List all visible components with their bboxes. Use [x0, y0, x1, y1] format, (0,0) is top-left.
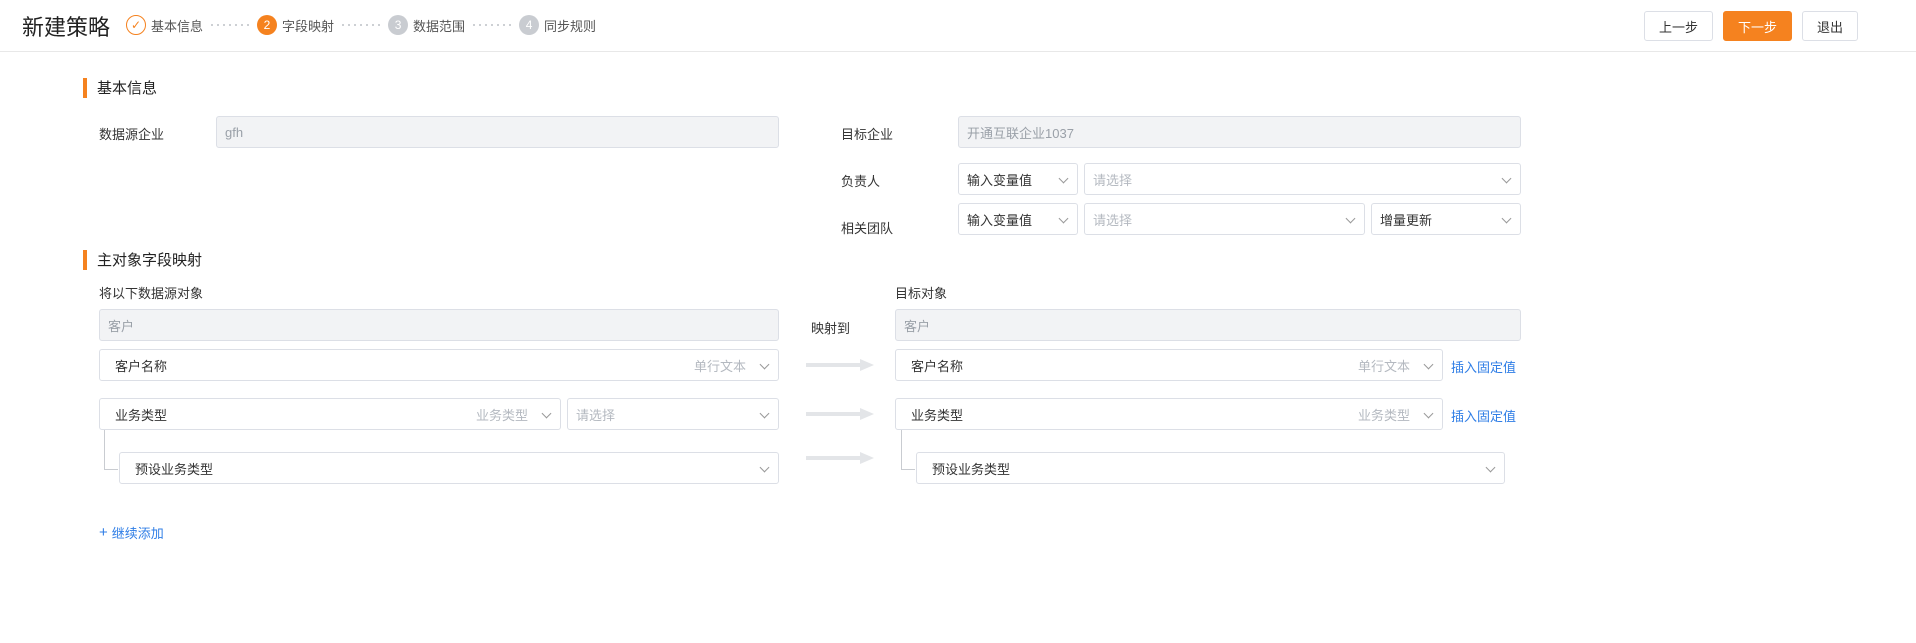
target-field-name: 客户名称: [911, 358, 964, 374]
team-mode-value: 输入变量值: [967, 212, 1033, 228]
step-label: 同步规则: [544, 18, 597, 34]
map-arrow-icon: [806, 359, 874, 371]
step-label: 数据范围: [413, 18, 466, 34]
preset-business-type-value: 预设业务类型: [135, 461, 214, 477]
exit-button[interactable]: 退出: [1801, 11, 1858, 41]
owner-placeholder: 请选择: [1093, 172, 1133, 188]
source-company-field: gfh: [216, 116, 779, 148]
step-number: 2: [257, 15, 278, 35]
check-icon: ✓: [126, 15, 146, 35]
source-company-label: 数据源企业: [99, 127, 165, 142]
chevron-down-icon: [1345, 213, 1356, 224]
add-more-label: 继续添加: [111, 526, 164, 541]
step-number: 3: [388, 15, 409, 35]
chevron-down-icon: [759, 359, 770, 370]
next-step-button[interactable]: 下一步: [1722, 11, 1792, 41]
source-object-field: 客户: [99, 309, 779, 341]
step-label: 字段映射: [282, 18, 335, 34]
source-value-select[interactable]: 请选择: [567, 398, 779, 430]
step-sync-rules[interactable]: 4 同步规则: [519, 15, 596, 35]
step-label: 基本信息: [151, 18, 204, 34]
target-field-type: 单行文本: [1357, 358, 1410, 374]
source-field-type: 业务类型: [475, 407, 528, 423]
preset-business-type-select[interactable]: 预设业务类型: [119, 452, 779, 484]
source-value-placeholder: 请选择: [576, 407, 616, 423]
target-company-label: 目标企业: [841, 127, 894, 142]
source-object-header: 将以下数据源对象: [99, 286, 204, 301]
source-field-name: 客户名称: [115, 358, 168, 374]
chevron-down-icon: [759, 462, 770, 473]
team-label: 相关团队: [841, 221, 894, 236]
target-object-value: 客户: [904, 318, 931, 334]
plus-icon: +: [99, 524, 108, 541]
map-to-label: 映射到: [811, 321, 851, 336]
section-title-field-mapping: 主对象字段映射: [83, 249, 202, 270]
source-company-value: gfh: [225, 124, 244, 140]
target-preset-business-type-value: 预设业务类型: [932, 461, 1011, 477]
target-field-select[interactable]: 客户名称 单行文本: [895, 349, 1443, 381]
chevron-down-icon: [759, 408, 770, 419]
chevron-down-icon: [1501, 173, 1512, 184]
page-header: 新建策略 ✓ 基本信息 2 字段映射 3 数据范围 4 同步规则 上一步 下一步…: [0, 0, 1916, 52]
team-update-value: 增量更新: [1380, 212, 1433, 228]
chevron-down-icon: [1501, 213, 1512, 224]
section-title-basic-info: 基本信息: [83, 77, 157, 98]
target-field-name: 业务类型: [911, 407, 964, 423]
step-data-range[interactable]: 3 数据范围: [388, 15, 465, 35]
chevron-down-icon: [1423, 359, 1434, 370]
target-preset-business-type-select[interactable]: 预设业务类型: [916, 452, 1505, 484]
target-field-type: 业务类型: [1357, 407, 1410, 423]
source-field-select[interactable]: 业务类型 业务类型: [99, 398, 561, 430]
owner-select[interactable]: 请选择: [1084, 163, 1521, 195]
insert-fixed-value-link[interactable]: 插入固定值: [1451, 357, 1516, 376]
chevron-down-icon: [1058, 173, 1069, 184]
page-title: 新建策略: [22, 15, 111, 40]
team-placeholder: 请选择: [1093, 212, 1133, 228]
tree-connector: [104, 430, 118, 470]
team-mode-select[interactable]: 输入变量值: [958, 203, 1078, 235]
team-select[interactable]: 请选择: [1084, 203, 1365, 235]
chevron-down-icon: [1423, 408, 1434, 419]
step-divider: [209, 24, 252, 26]
target-company-field: 开通互联企业1037: [958, 116, 1521, 148]
chevron-down-icon: [1485, 462, 1496, 473]
source-field-type: 单行文本: [693, 358, 746, 374]
owner-mode-value: 输入变量值: [967, 172, 1033, 188]
step-indicator: ✓ 基本信息 2 字段映射 3 数据范围 4 同步规则: [126, 15, 596, 35]
add-more-link[interactable]: + 继续添加: [99, 523, 164, 542]
step-basic-info[interactable]: ✓ 基本信息: [126, 15, 203, 35]
source-field-select[interactable]: 客户名称 单行文本: [99, 349, 779, 381]
prev-step-button[interactable]: 上一步: [1643, 11, 1713, 41]
source-field-name: 业务类型: [115, 407, 168, 423]
source-object-value: 客户: [108, 318, 135, 334]
step-number: 4: [519, 15, 540, 35]
map-arrow-icon: [806, 452, 874, 464]
step-divider: [471, 24, 514, 26]
step-divider: [340, 24, 383, 26]
header-actions: 上一步 下一步 退出: [1643, 11, 1858, 41]
target-company-value: 开通互联企业1037: [967, 125, 1074, 141]
map-arrow-icon: [806, 408, 874, 420]
owner-mode-select[interactable]: 输入变量值: [958, 163, 1078, 195]
team-update-select[interactable]: 增量更新: [1371, 203, 1521, 235]
step-field-mapping[interactable]: 2 字段映射: [257, 15, 334, 35]
target-object-header: 目标对象: [895, 286, 948, 301]
target-object-field: 客户: [895, 309, 1521, 341]
tree-connector: [901, 430, 915, 470]
target-field-select[interactable]: 业务类型 业务类型: [895, 398, 1443, 430]
owner-label: 负责人: [841, 174, 881, 189]
insert-fixed-value-link[interactable]: 插入固定值: [1451, 406, 1516, 425]
chevron-down-icon: [1058, 213, 1069, 224]
chevron-down-icon: [541, 408, 552, 419]
